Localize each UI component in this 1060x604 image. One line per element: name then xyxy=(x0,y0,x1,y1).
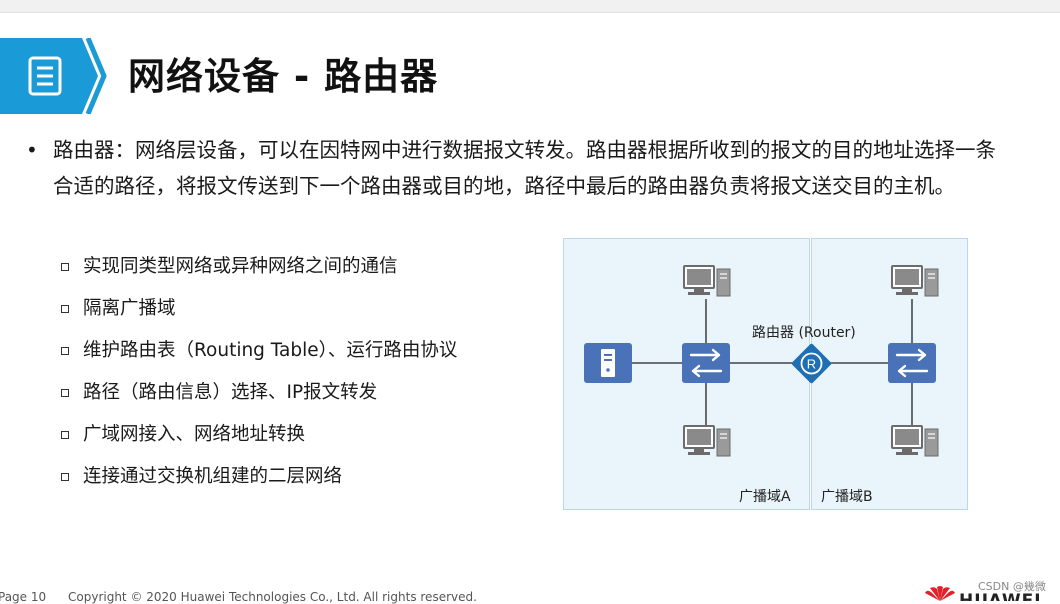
server-icon xyxy=(584,343,632,383)
huawei-logo: HUAWEI xyxy=(923,586,1060,601)
page-number: Page 10 xyxy=(0,590,47,604)
router-label: 路由器 (Router) xyxy=(752,325,856,341)
square-bullet-icon xyxy=(61,431,69,439)
sub-bullet: 实现同类型网络或异种网络之间的通信 xyxy=(61,251,457,293)
sub-bullet: 连接通过交换机组建的二层网络 xyxy=(61,461,457,503)
pc-a-bottom-icon xyxy=(683,425,731,457)
pc-b-bottom-icon xyxy=(891,425,939,457)
domain-a-label: 广播域A xyxy=(739,489,791,505)
square-bullet-icon xyxy=(61,473,69,481)
top-bar xyxy=(0,0,1060,13)
sub-bullet: 隔离广播域 xyxy=(61,293,457,335)
domain-b-label: 广播域B xyxy=(821,489,873,505)
switch-b-icon xyxy=(888,343,936,383)
square-bullet-icon xyxy=(61,347,69,355)
copyright-text: Copyright © 2020 Huawei Technologies Co.… xyxy=(68,590,477,604)
main-bullet: • 路由器：网络层设备，可以在因特网中进行数据报文转发。路由器根据所收到的报文的… xyxy=(26,132,1016,204)
switch-a-icon xyxy=(682,343,730,383)
sub-bullet: 路径（路由信息）选择、IP报文转发 xyxy=(61,377,457,419)
sub-bullet-list: 实现同类型网络或异种网络之间的通信 隔离广播域 维护路由表（Routing Ta… xyxy=(61,251,457,503)
square-bullet-icon xyxy=(61,305,69,313)
pc-b-top-icon xyxy=(891,265,939,297)
router-icon: R xyxy=(791,343,832,384)
brand-name: HUAWEI xyxy=(959,591,1042,601)
square-bullet-icon xyxy=(61,263,69,271)
sub-bullet: 广域网接入、网络地址转换 xyxy=(61,419,457,461)
huawei-flower-icon xyxy=(925,586,955,601)
router-glyph: R xyxy=(807,357,816,372)
network-diagram: R 路由器 (Router) 广播域A 广播域B xyxy=(563,237,968,510)
slide-title: 网络设备 - 路由器 xyxy=(128,55,439,98)
pc-a-top-icon xyxy=(683,265,731,297)
bullet-dot: • xyxy=(26,138,38,162)
document-icon xyxy=(0,38,107,114)
square-bullet-icon xyxy=(61,389,69,397)
main-bullet-text: 路由器：网络层设备，可以在因特网中进行数据报文转发。路由器根据所收到的报文的目的… xyxy=(53,138,996,198)
sub-bullet: 维护路由表（Routing Table）、运行路由协议 xyxy=(61,335,457,377)
